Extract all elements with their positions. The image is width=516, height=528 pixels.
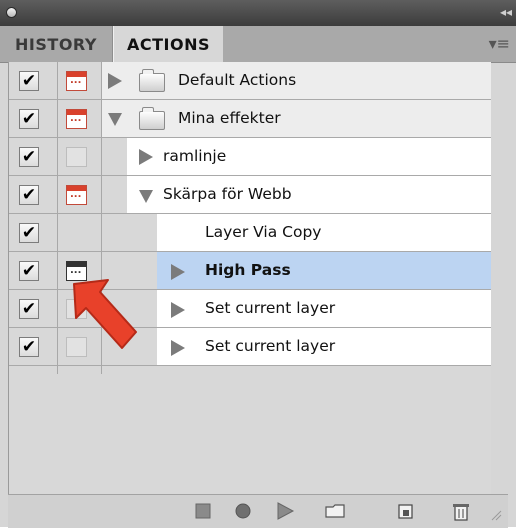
toggle-item-checkbox[interactable]: ✔ bbox=[19, 109, 39, 129]
list-item-mina-effekter[interactable]: ✔ Mina effekter bbox=[9, 100, 491, 138]
toggle-item-checkbox[interactable]: ✔ bbox=[19, 185, 39, 205]
list-item-skarpa-for-webb[interactable]: ✔ Skärpa för Webb bbox=[9, 176, 491, 214]
collapse-arrow-icon[interactable] bbox=[108, 113, 122, 126]
tab-actions[interactable]: ACTIONS bbox=[113, 26, 223, 63]
resize-grip-icon[interactable] bbox=[490, 509, 502, 521]
record-icon[interactable] bbox=[233, 501, 253, 521]
row-content[interactable]: Default Actions bbox=[102, 62, 491, 99]
toggle-item-checkbox[interactable]: ✔ bbox=[19, 261, 39, 281]
dialog-toggle-icon[interactable] bbox=[66, 109, 87, 129]
row-content[interactable]: Set current layer bbox=[157, 328, 491, 365]
collapse-arrow-icon[interactable] bbox=[139, 190, 153, 203]
row-content[interactable]: Set current layer bbox=[157, 290, 491, 327]
row-content[interactable]: Layer Via Copy bbox=[157, 214, 491, 251]
expand-arrow-icon[interactable] bbox=[171, 340, 185, 356]
row-content[interactable]: High Pass bbox=[157, 252, 491, 289]
annotation-arrow-icon bbox=[73, 279, 137, 349]
close-icon[interactable] bbox=[6, 7, 17, 18]
actions-toolbar bbox=[8, 494, 508, 528]
panel-title-bar[interactable]: ◂◂ bbox=[0, 0, 516, 26]
command-label: Set current layer bbox=[205, 299, 336, 317]
action-label: Skärpa för Webb bbox=[163, 185, 292, 203]
folder-icon bbox=[139, 107, 165, 130]
expand-arrow-icon[interactable] bbox=[139, 149, 153, 165]
new-action-icon[interactable] bbox=[396, 501, 416, 521]
tab-history[interactable]: HISTORY bbox=[0, 26, 113, 62]
actions-panel: ◂◂ HISTORY ACTIONS ▾≡ ✔ Default Actions … bbox=[0, 0, 516, 528]
row-content[interactable]: ramlinje bbox=[127, 138, 491, 175]
toggle-item-checkbox[interactable]: ✔ bbox=[19, 299, 39, 319]
toggle-item-checkbox[interactable]: ✔ bbox=[19, 223, 39, 243]
toggle-item-checkbox[interactable]: ✔ bbox=[19, 337, 39, 357]
action-label: ramlinje bbox=[163, 147, 227, 165]
stop-icon[interactable] bbox=[193, 501, 213, 521]
panel-menu-icon[interactable]: ▾≡ bbox=[489, 34, 510, 53]
command-label: Layer Via Copy bbox=[205, 223, 322, 241]
new-set-icon[interactable] bbox=[324, 501, 348, 521]
folder-icon bbox=[139, 69, 165, 92]
toggle-item-checkbox[interactable]: ✔ bbox=[19, 71, 39, 91]
play-icon[interactable] bbox=[274, 501, 296, 521]
dialog-toggle-icon[interactable] bbox=[66, 71, 87, 91]
collapse-icon[interactable]: ◂◂ bbox=[500, 5, 512, 19]
command-label: Set current layer bbox=[205, 337, 336, 355]
action-set-label: Default Actions bbox=[178, 71, 297, 89]
row-content[interactable]: Skärpa för Webb bbox=[127, 176, 491, 213]
row-content[interactable]: Mina effekter bbox=[102, 100, 491, 137]
toggle-item-checkbox[interactable]: ✔ bbox=[19, 147, 39, 167]
delete-icon[interactable] bbox=[451, 501, 471, 523]
dialog-toggle-icon[interactable] bbox=[66, 185, 87, 205]
tab-bar: HISTORY ACTIONS ▾≡ bbox=[0, 26, 516, 63]
expand-arrow-icon[interactable] bbox=[171, 264, 185, 280]
command-label: High Pass bbox=[205, 261, 291, 279]
list-item-ramlinje[interactable]: ✔ ramlinje bbox=[9, 138, 491, 176]
action-set-label: Mina effekter bbox=[178, 109, 281, 127]
list-item-layer-via-copy[interactable]: ✔ Layer Via Copy bbox=[9, 214, 491, 252]
expand-arrow-icon[interactable] bbox=[108, 73, 122, 89]
list-item-default-actions[interactable]: ✔ Default Actions bbox=[9, 62, 491, 100]
dialog-toggle-icon[interactable] bbox=[66, 147, 87, 167]
expand-arrow-icon[interactable] bbox=[171, 302, 185, 318]
